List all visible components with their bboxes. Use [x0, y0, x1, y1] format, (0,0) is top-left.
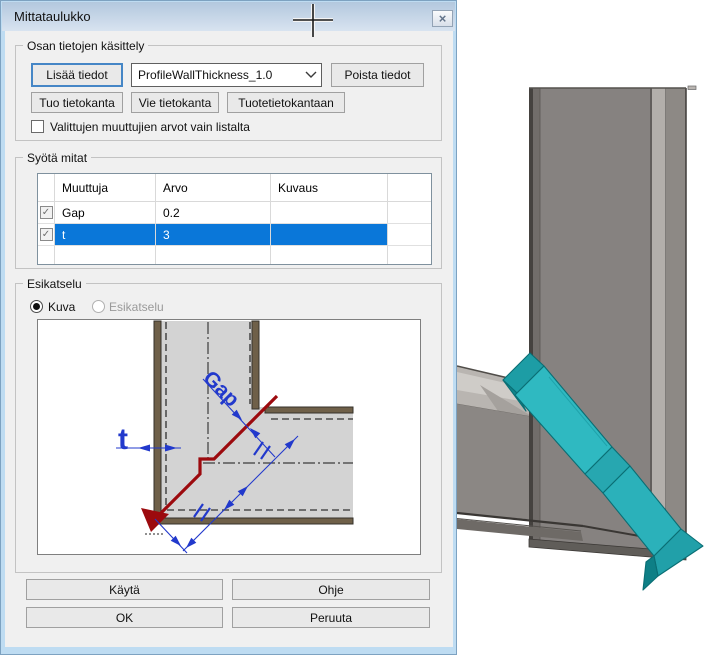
profile-combobox-value: ProfileWallThickness_1.0: [138, 68, 305, 82]
group-preview-label: Esikatselu: [23, 277, 86, 291]
radio-preview-label: Esikatselu: [109, 300, 164, 314]
header-variable: Muuttuja: [55, 174, 156, 202]
preview-drawing: t Gap: [38, 320, 420, 554]
preview-canvas: t Gap: [37, 319, 421, 555]
import-db-button[interactable]: Tuo tietokanta: [31, 92, 123, 113]
flange-tip-3d: [688, 86, 696, 90]
listed-values-checkbox[interactable]: [31, 120, 44, 133]
table-row-selected[interactable]: ✓ t 3: [38, 224, 431, 246]
screen: Mittataulukko × Osan tietojen käsittely …: [0, 0, 704, 658]
header-value: Arvo: [156, 174, 271, 202]
model-viewport[interactable]: [457, 0, 704, 658]
table-empty-area: [38, 246, 431, 264]
dimension-table: Muuttuja Arvo Kuvaus ✓ Gap 0.2 ✓ t 3: [37, 173, 432, 265]
close-button[interactable]: ×: [432, 10, 453, 27]
radio-image[interactable]: [30, 300, 43, 313]
row-checkbox[interactable]: ✓: [40, 228, 53, 241]
window-title: Mittataulukko: [14, 9, 91, 24]
group-dimensions-label: Syötä mitat: [23, 151, 91, 165]
dimension-table-dialog: Mittataulukko × Osan tietojen käsittely …: [0, 0, 457, 655]
cell-value[interactable]: 0.2: [156, 202, 271, 224]
cell-description[interactable]: [271, 202, 388, 224]
cell-value[interactable]: 3: [156, 224, 271, 246]
header-description: Kuvaus: [271, 174, 388, 202]
titlebar: Mittataulukko ×: [2, 2, 455, 31]
close-icon: ×: [439, 12, 447, 25]
cancel-button[interactable]: Peruuta: [232, 607, 430, 628]
cell-variable[interactable]: t: [55, 224, 156, 246]
chevron-down-icon: [305, 71, 317, 79]
group-data-handling-label: Osan tietojen käsittely: [23, 39, 148, 53]
table-header-row: Muuttuja Arvo Kuvaus: [38, 174, 431, 202]
ok-button[interactable]: OK: [26, 607, 223, 628]
row-checkbox[interactable]: ✓: [40, 206, 53, 219]
radio-preview[interactable]: [92, 300, 105, 313]
export-db-button[interactable]: Vie tietokanta: [131, 92, 219, 113]
table-row[interactable]: ✓ Gap 0.2: [38, 202, 431, 224]
listed-values-checkbox-label: Valittujen muuttujien arvot vain listalt…: [50, 120, 250, 134]
remove-info-button[interactable]: Poista tiedot: [331, 63, 424, 87]
add-info-button[interactable]: Lisää tiedot: [31, 63, 123, 87]
radio-image-label: Kuva: [48, 300, 75, 314]
cell-variable[interactable]: Gap: [55, 202, 156, 224]
cell-description[interactable]: [271, 224, 388, 246]
product-db-button[interactable]: Tuotetietokantaan: [227, 92, 345, 113]
t-label: t: [118, 423, 128, 456]
apply-button[interactable]: Käytä: [26, 579, 223, 600]
profile-combobox[interactable]: ProfileWallThickness_1.0: [131, 63, 322, 87]
help-button[interactable]: Ohje: [232, 579, 430, 600]
